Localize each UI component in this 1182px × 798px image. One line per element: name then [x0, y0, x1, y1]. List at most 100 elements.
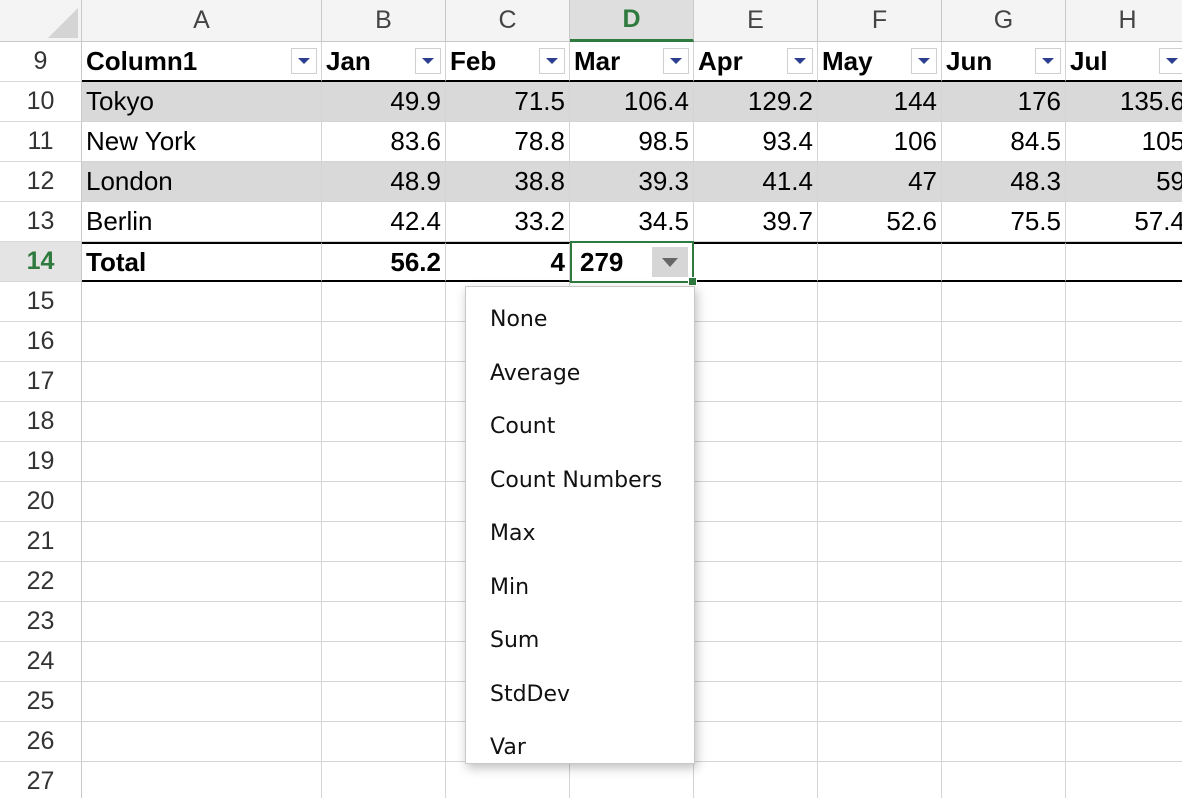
cell[interactable] [1066, 682, 1182, 722]
cell[interactable] [818, 722, 942, 762]
cell[interactable] [82, 362, 322, 402]
row-label-cell[interactable]: New York [82, 122, 322, 162]
cell[interactable] [322, 442, 446, 482]
column-header-g[interactable]: G [942, 0, 1066, 42]
menu-item-var[interactable]: Var [466, 721, 694, 775]
cell[interactable] [82, 282, 322, 322]
cell[interactable] [322, 282, 446, 322]
cell[interactable] [82, 562, 322, 602]
cell[interactable] [818, 402, 942, 442]
total-cell[interactable] [694, 242, 818, 282]
row-label-cell[interactable]: Berlin [82, 202, 322, 242]
cell[interactable] [1066, 602, 1182, 642]
cell[interactable] [1066, 282, 1182, 322]
cell[interactable] [82, 522, 322, 562]
cell[interactable] [818, 762, 942, 798]
cell[interactable] [322, 722, 446, 762]
data-cell[interactable]: 33.2 [446, 202, 570, 242]
column-header-c[interactable]: C [446, 0, 570, 42]
data-cell[interactable]: 176 [942, 82, 1066, 122]
cell[interactable] [1066, 522, 1182, 562]
selected-total-cell[interactable]: 279 [570, 241, 697, 286]
cell[interactable] [82, 402, 322, 442]
column-header-h[interactable]: H [1066, 0, 1182, 42]
row-header-21[interactable]: 21 [0, 522, 82, 562]
row-header-27[interactable]: 27 [0, 762, 82, 798]
cell[interactable] [82, 682, 322, 722]
data-cell[interactable]: 39.7 [694, 202, 818, 242]
data-cell[interactable]: 39.3 [570, 162, 694, 202]
cell[interactable] [82, 642, 322, 682]
row-header-22[interactable]: 22 [0, 562, 82, 602]
cell[interactable] [942, 642, 1066, 682]
row-header-10[interactable]: 10 [0, 82, 82, 122]
total-cell[interactable]: 56.2 [322, 242, 446, 282]
row-header-12[interactable]: 12 [0, 162, 82, 202]
data-cell[interactable]: 83.6 [322, 122, 446, 162]
cell[interactable] [82, 442, 322, 482]
cell[interactable] [322, 522, 446, 562]
data-cell[interactable]: 78.8 [446, 122, 570, 162]
data-cell[interactable]: 48.3 [942, 162, 1066, 202]
row-header-23[interactable]: 23 [0, 602, 82, 642]
cell[interactable] [942, 722, 1066, 762]
cell[interactable] [322, 682, 446, 722]
cell[interactable] [322, 602, 446, 642]
menu-item-none[interactable]: None [466, 293, 694, 347]
filter-button[interactable] [911, 48, 937, 74]
cell[interactable] [1066, 762, 1182, 798]
data-cell[interactable]: 93.4 [694, 122, 818, 162]
row-header-18[interactable]: 18 [0, 402, 82, 442]
cell[interactable] [694, 522, 818, 562]
cell[interactable] [322, 362, 446, 402]
table-header-cell[interactable]: May [818, 42, 942, 82]
cell[interactable] [1066, 642, 1182, 682]
data-cell[interactable]: 48.9 [322, 162, 446, 202]
data-cell[interactable]: 98.5 [570, 122, 694, 162]
data-cell[interactable]: 34.5 [570, 202, 694, 242]
select-all-corner[interactable] [0, 0, 82, 42]
row-label-cell[interactable]: London [82, 162, 322, 202]
cell[interactable] [322, 562, 446, 602]
cell[interactable] [322, 642, 446, 682]
cell[interactable] [694, 282, 818, 322]
filter-button[interactable] [291, 48, 317, 74]
row-header-9[interactable]: 9 [0, 42, 82, 82]
table-header-cell[interactable]: Mar [570, 42, 694, 82]
cell[interactable] [82, 602, 322, 642]
menu-item-stddev[interactable]: StdDev [466, 668, 694, 722]
cell[interactable] [694, 762, 818, 798]
total-dropdown-button[interactable] [652, 247, 688, 277]
menu-item-count-numbers[interactable]: Count Numbers [466, 454, 694, 508]
table-header-cell[interactable]: Jul [1066, 42, 1182, 82]
cell[interactable] [694, 362, 818, 402]
data-cell[interactable]: 47 [818, 162, 942, 202]
cell[interactable] [694, 402, 818, 442]
data-cell[interactable]: 52.6 [818, 202, 942, 242]
cell[interactable] [942, 762, 1066, 798]
cell[interactable] [818, 282, 942, 322]
cell[interactable] [818, 602, 942, 642]
row-header-25[interactable]: 25 [0, 682, 82, 722]
cell[interactable] [694, 482, 818, 522]
table-header-cell[interactable]: Jan [322, 42, 446, 82]
cell[interactable] [1066, 722, 1182, 762]
cell[interactable] [942, 402, 1066, 442]
cell[interactable] [942, 322, 1066, 362]
row-header-14[interactable]: 14 [0, 242, 82, 282]
row-header-19[interactable]: 19 [0, 442, 82, 482]
row-header-16[interactable]: 16 [0, 322, 82, 362]
menu-item-average[interactable]: Average [466, 347, 694, 401]
cell[interactable] [942, 562, 1066, 602]
cell[interactable] [818, 642, 942, 682]
total-cell[interactable] [818, 242, 942, 282]
table-header-cell[interactable]: Feb [446, 42, 570, 82]
filter-button[interactable] [539, 48, 565, 74]
cell[interactable] [942, 522, 1066, 562]
filter-button[interactable] [663, 48, 689, 74]
cell[interactable] [322, 482, 446, 522]
cell[interactable] [818, 682, 942, 722]
menu-item-sum[interactable]: Sum [466, 614, 694, 668]
data-cell[interactable]: 105 [1066, 122, 1182, 162]
data-cell[interactable]: 49.9 [322, 82, 446, 122]
